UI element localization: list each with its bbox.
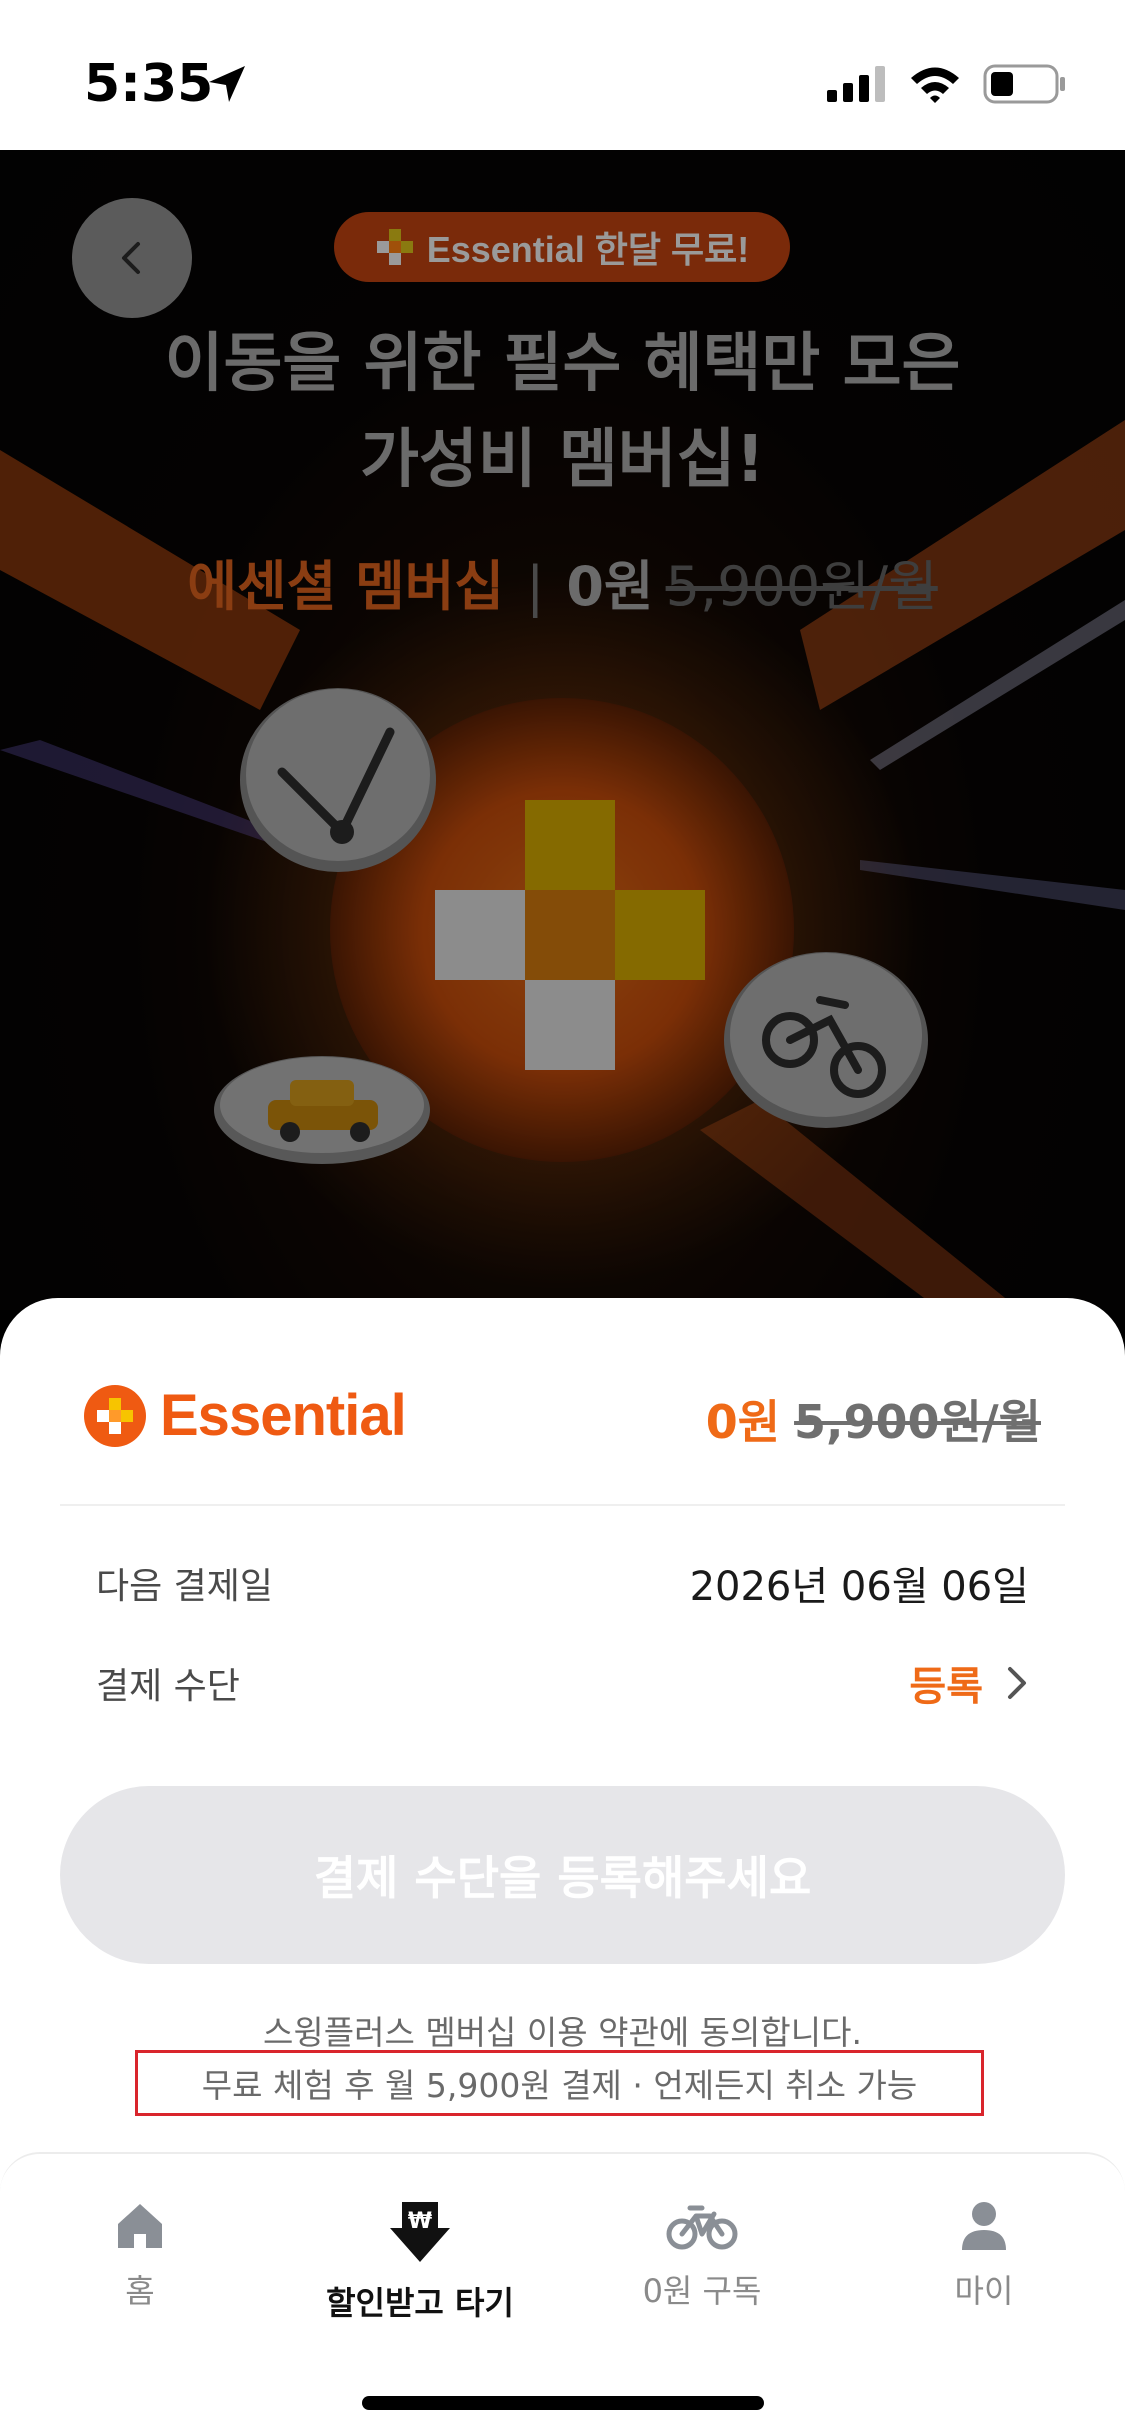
payment-method-label: 결제 수단 xyxy=(96,1666,240,1707)
plus-logo-icon xyxy=(376,229,413,265)
promo-badge: Essential 한달 무료! xyxy=(334,212,790,282)
tab-label-home: 홈 xyxy=(125,2272,155,2310)
sheet-price-original: 5,900원/월 xyxy=(794,1395,1041,1449)
status-time: 5:35 xyxy=(84,54,214,114)
promo-badge-text: Essential 한달 무료! xyxy=(426,229,750,270)
divider xyxy=(60,1504,1065,1506)
register-label: 등록 xyxy=(909,1664,983,1710)
brand-header: Essential xyxy=(84,1382,407,1449)
trial-notice-text: 무료 체험 후 월 5,900원 결제 · 언제든지 취소 가능 xyxy=(201,2066,918,2105)
headline-line-1: 이동을 위한 필수 혜택만 모은 xyxy=(164,327,961,401)
tab-label-zero-won-subscription: 0원 구독 xyxy=(642,2272,762,2310)
back-button[interactable] xyxy=(72,198,192,318)
tab-label-my: 마이 xyxy=(954,2272,1014,2310)
next-payment-row: 다음 결제일 2026년 06월 06일 xyxy=(96,1554,1029,1612)
tab-my[interactable]: 마이 xyxy=(874,2200,1094,2312)
bicycle-icon xyxy=(666,2205,738,2250)
hero-price-line: 에센셜 멤버십 | 0원 5,900원/월 xyxy=(0,542,1125,621)
bottom-tab-bar: 홈 ₩ 할인받고 타기 0원 구독 마이 xyxy=(0,2152,1125,2436)
payment-method-row[interactable]: 결제 수단 등록 xyxy=(96,1654,1029,1712)
battery-icon xyxy=(983,64,1065,104)
tab-zero-won-subscription[interactable]: 0원 구독 xyxy=(592,2200,812,2312)
tab-label-discount-ride: 할인받고 타기 xyxy=(326,2284,514,2322)
hero-price-free: 0원 xyxy=(566,555,654,618)
essential-logo-icon xyxy=(84,1384,146,1447)
cellular-signal-icon xyxy=(827,66,885,102)
terms-agreement-text[interactable]: 스윙플러스 멤버십 이용 약관에 동의합니다. xyxy=(0,2006,1125,2054)
next-payment-date: 2026년 06월 06일 xyxy=(689,1564,1029,1610)
price-separator: | xyxy=(526,555,545,618)
hero-banner: Essential 한달 무료! 이동을 위한 필수 혜택만 모은 가성비 멤버… xyxy=(0,150,1125,1310)
register-payment-button[interactable]: 결제 수단을 등록해주세요 xyxy=(60,1786,1065,1964)
tab-home[interactable]: 홈 xyxy=(30,2200,250,2312)
chevron-left-icon xyxy=(122,242,140,274)
next-payment-label: 다음 결제일 xyxy=(96,1566,274,1607)
trial-notice: 무료 체험 후 월 5,900원 결제 · 언제든지 취소 가능 xyxy=(135,2050,984,2116)
hero-headline: 이동을 위한 필수 혜택만 모은 가성비 멤버십! xyxy=(0,316,1125,508)
status-icons xyxy=(827,64,1067,104)
home-indicator[interactable] xyxy=(362,2396,764,2410)
hero-price-original: 5,900원/월 xyxy=(665,555,938,618)
sheet-price-free: 0원 xyxy=(705,1395,781,1449)
status-bar: 5:35 xyxy=(0,0,1125,150)
won-download-icon: ₩ xyxy=(390,2202,450,2262)
register-payment-link[interactable]: 등록 xyxy=(909,1654,1029,1712)
svg-text:₩: ₩ xyxy=(408,2209,432,2234)
chevron-right-icon xyxy=(1008,1667,1026,1699)
location-arrow-icon xyxy=(209,66,245,102)
home-icon xyxy=(118,2204,162,2248)
sheet-price: 0원 5,900원/월 xyxy=(706,1386,1041,1452)
tab-discount-ride[interactable]: ₩ 할인받고 타기 xyxy=(310,2200,530,2324)
brand-name: Essential xyxy=(160,1383,407,1448)
person-icon xyxy=(962,2202,1006,2250)
headline-line-2: 가성비 멤버십! xyxy=(360,423,765,497)
wifi-icon xyxy=(911,67,959,103)
plan-name: 에센셜 멤버십 xyxy=(187,555,505,618)
